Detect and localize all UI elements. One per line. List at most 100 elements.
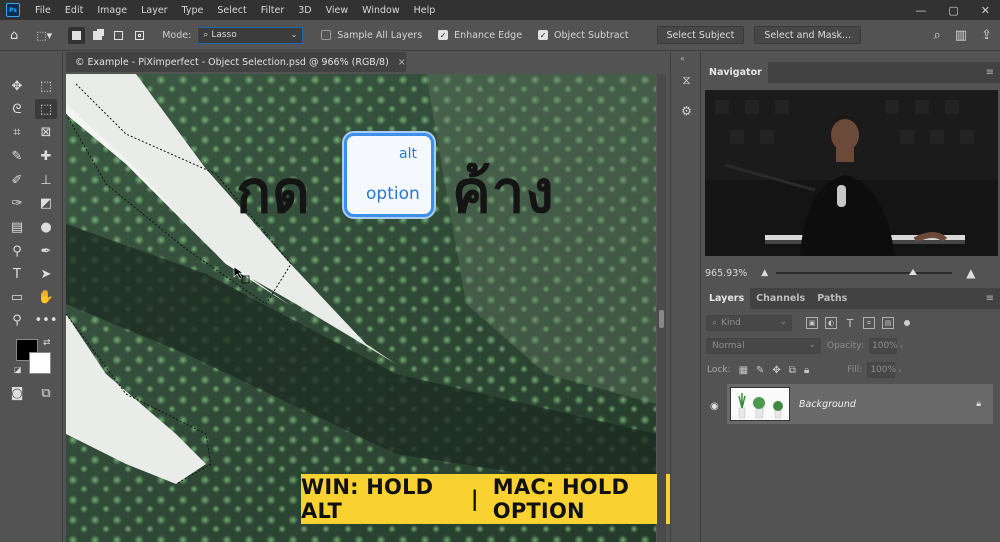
move-tool-icon[interactable]: ✥ bbox=[6, 76, 28, 96]
chevron-right-icon[interactable]: › bbox=[898, 366, 901, 375]
layer-row-background[interactable]: Background 🔒︎ bbox=[727, 384, 993, 424]
object-subtract-checkbox[interactable]: ✓ Object Subtract bbox=[538, 30, 629, 41]
add-to-selection-icon[interactable] bbox=[89, 27, 106, 44]
swap-colors-icon[interactable]: ⇄ bbox=[43, 338, 51, 348]
lock-image-icon[interactable]: ✎ bbox=[756, 365, 764, 376]
mode-select[interactable]: ⌕ Lasso ⌄ bbox=[197, 26, 304, 44]
clone-stamp-tool-icon[interactable]: ⊥ bbox=[35, 170, 57, 190]
tab-navigator[interactable]: Navigator bbox=[703, 62, 768, 83]
menu-layer[interactable]: Layer bbox=[134, 5, 175, 16]
zoom-out-icon[interactable]: ▲ bbox=[761, 268, 768, 278]
close-window-icon[interactable]: ✕ bbox=[981, 4, 990, 17]
type-filter-icon[interactable]: T bbox=[844, 317, 856, 330]
hand-tool-icon[interactable]: ✋ bbox=[35, 287, 57, 307]
tab-layers[interactable]: Layers bbox=[703, 288, 751, 309]
document-title: © Example - PiXimperfect - Object Select… bbox=[75, 56, 389, 68]
lock-all-icon[interactable]: 🔒︎ bbox=[804, 365, 809, 376]
healing-brush-tool-icon[interactable]: ✚ bbox=[35, 146, 57, 166]
subtract-from-selection-icon[interactable] bbox=[110, 27, 127, 44]
fill-field[interactable]: 100% bbox=[867, 362, 896, 378]
panel-menu-icon[interactable]: ≡ bbox=[986, 293, 994, 304]
blur-tool-icon[interactable]: ● bbox=[35, 217, 57, 237]
object-selection-tool-icon[interactable]: ⬚ bbox=[35, 99, 57, 119]
crop-tool-icon[interactable]: ⌗ bbox=[6, 122, 28, 142]
lock-position-icon[interactable]: ✥ bbox=[772, 365, 780, 376]
chevron-down-icon: ⌄ bbox=[779, 317, 787, 327]
menu-type[interactable]: Type bbox=[175, 5, 211, 16]
share-icon[interactable]: ⇪ bbox=[981, 28, 992, 43]
dodge-tool-icon[interactable]: ⚲ bbox=[6, 241, 28, 261]
eraser-tool-icon[interactable]: ◩ bbox=[35, 193, 57, 213]
lock-artboard-icon[interactable]: ⧉ bbox=[789, 365, 796, 376]
layer-name[interactable]: Background bbox=[799, 399, 856, 410]
navigator-preview[interactable] bbox=[705, 90, 998, 256]
select-and-mask-button[interactable]: Select and Mask... bbox=[754, 26, 862, 44]
zoom-tool-icon[interactable]: ⚲ bbox=[6, 310, 28, 330]
pen-tool-icon[interactable]: ✒ bbox=[35, 241, 57, 261]
menu-select[interactable]: Select bbox=[210, 5, 253, 16]
menu-filter[interactable]: Filter bbox=[254, 5, 292, 16]
gradient-tool-icon[interactable]: ▤ bbox=[6, 217, 28, 237]
intersect-selection-icon[interactable] bbox=[131, 27, 148, 44]
chevron-right-icon[interactable]: › bbox=[900, 342, 903, 351]
smart-object-filter-icon[interactable]: ▤ bbox=[882, 317, 894, 329]
opacity-field[interactable]: 100% bbox=[869, 338, 898, 354]
panel-menu-icon[interactable]: ≡ bbox=[986, 67, 994, 78]
menu-view[interactable]: View bbox=[319, 5, 356, 16]
pixel-filter-icon[interactable]: ▣ bbox=[806, 317, 818, 329]
object-selection-tool-preset-icon[interactable]: ⬚▾ bbox=[36, 29, 52, 42]
lock-transparent-icon[interactable]: ▦ bbox=[739, 365, 748, 376]
screen-mode-icon[interactable]: ⧉ bbox=[35, 383, 57, 403]
quick-mask-icon[interactable]: ◙ bbox=[6, 383, 28, 403]
layer-lock-icon[interactable]: 🔒︎ bbox=[976, 399, 981, 409]
path-selection-tool-icon[interactable]: ➤ bbox=[35, 264, 57, 284]
enhance-edge-checkbox[interactable]: ✓ Enhance Edge bbox=[438, 30, 522, 41]
default-colors-icon[interactable]: ◪ bbox=[14, 365, 22, 374]
history-brush-tool-icon[interactable]: ✑ bbox=[6, 193, 28, 213]
zoom-value[interactable]: 965.93% bbox=[705, 268, 747, 279]
layer-visibility-eye-icon[interactable]: ◉ bbox=[710, 401, 719, 412]
new-selection-icon[interactable] bbox=[68, 26, 86, 44]
menu-window[interactable]: Window bbox=[355, 5, 406, 16]
menu-image[interactable]: Image bbox=[90, 5, 134, 16]
background-color-swatch[interactable] bbox=[29, 352, 51, 374]
history-panel-icon[interactable]: ⧖ bbox=[676, 70, 697, 91]
workspace-icon[interactable]: ▥ bbox=[955, 28, 967, 43]
eyedropper-tool-icon[interactable]: ✎ bbox=[6, 146, 28, 166]
menu-help[interactable]: Help bbox=[407, 5, 443, 16]
close-document-icon[interactable]: × bbox=[398, 57, 406, 68]
frame-tool-icon[interactable]: ⊠ bbox=[35, 122, 57, 142]
tab-channels[interactable]: Channels bbox=[750, 288, 811, 309]
home-icon[interactable]: ⌂ bbox=[10, 28, 18, 43]
menu-file[interactable]: File bbox=[28, 5, 58, 16]
menu-3d[interactable]: 3D bbox=[291, 5, 318, 16]
zoom-slider[interactable] bbox=[776, 269, 953, 275]
more-tools-icon[interactable]: ••• bbox=[35, 310, 58, 330]
shape-filter-icon[interactable]: ⌗ bbox=[863, 317, 875, 329]
document-tab[interactable]: © Example - PiXimperfect - Object Select… bbox=[66, 52, 406, 72]
blend-mode-select[interactable]: Normal ⌄ bbox=[706, 338, 821, 354]
select-subject-button[interactable]: Select Subject bbox=[656, 26, 745, 44]
rectangle-tool-icon[interactable]: ▭ bbox=[6, 287, 28, 307]
type-tool-icon[interactable]: T bbox=[6, 264, 28, 284]
scrollbar-thumb[interactable] bbox=[659, 310, 664, 328]
vertical-scrollbar[interactable] bbox=[657, 74, 666, 542]
checkbox-unchecked-icon bbox=[321, 30, 332, 40]
marquee-tool-icon[interactable]: ⬚ bbox=[35, 76, 57, 96]
maximize-icon[interactable]: ▢ bbox=[948, 4, 958, 17]
menu-edit[interactable]: Edit bbox=[58, 5, 90, 16]
zoom-slider-knob[interactable] bbox=[909, 269, 918, 275]
layer-kind-filter[interactable]: ⌕ Kind ⌄ bbox=[706, 315, 792, 331]
properties-panel-icon[interactable]: ⚙ bbox=[676, 100, 697, 121]
photoshop-logo-icon: Ps bbox=[6, 3, 20, 17]
lasso-tool-icon[interactable]: ᘓ bbox=[6, 99, 28, 119]
minimize-icon[interactable]: — bbox=[915, 4, 926, 17]
search-icon[interactable]: ⌕ bbox=[934, 28, 941, 43]
filter-toggle-icon[interactable] bbox=[904, 320, 910, 326]
tab-paths[interactable]: Paths bbox=[811, 288, 853, 309]
collapse-icon[interactable]: « bbox=[680, 54, 685, 63]
brush-tool-icon[interactable]: ✐ bbox=[6, 170, 28, 190]
zoom-in-icon[interactable]: ▲ bbox=[966, 266, 975, 280]
sample-all-layers-checkbox[interactable]: Sample All Layers bbox=[321, 30, 422, 41]
adjustment-filter-icon[interactable]: ◐ bbox=[825, 317, 837, 329]
